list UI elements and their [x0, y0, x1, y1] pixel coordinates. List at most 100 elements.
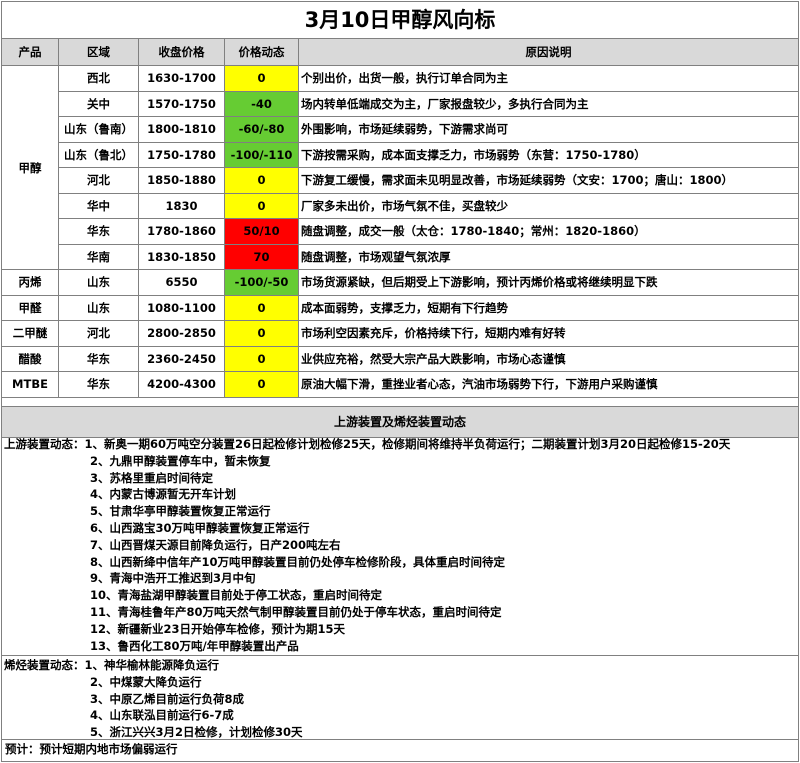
list-item: 上游装置动态：1、新奥一期60万吨空分装置26日起检修计划检修25天，检修期间将…	[2, 436, 798, 453]
change-cell: 70	[224, 243, 299, 270]
table-row: 甲醛 山东 1080-1100 0 成本面弱势，支撑乏力，短期有下行趋势	[1, 294, 799, 321]
list-item: 3、中原乙烯目前运行负荷8成	[2, 691, 798, 708]
header-region: 区域	[58, 38, 139, 66]
price-cell: 1780-1860	[138, 218, 225, 245]
list-item: 8、山西新绛中信年产10万吨甲醇装置目前仍处停车检修阶段，具体重启时间待定	[2, 554, 798, 571]
price-cell: 2360-2450	[138, 345, 225, 372]
list-item: 7、山西晋煤天源目前降负运行，日产200吨左右	[2, 537, 798, 554]
table-row: 河北 1850-1880 0 下游复工缓慢，需求面未见明显改善，市场延续弱势（文安：1…	[2, 167, 799, 194]
region-cell: 山东（鲁南）	[58, 116, 139, 143]
page-title: 3月10日甲醇风向标	[2, 2, 798, 39]
list-item-text: 10、青海盐湖甲醇装置目前处于停工状态，重启时间待定	[90, 588, 383, 603]
list-item-text: 4、内蒙古博源暂无开车计划	[90, 487, 237, 502]
product-cell: 甲醛	[1, 294, 59, 321]
upstream-list: 上游装置动态：1、新奥一期60万吨空分装置26日起检修计划检修25天，检修期间将…	[2, 436, 798, 654]
price-table: 产品 区域 收盘价格 价格动态 原因说明 甲醇 西北 1630-1700 0 个别出价，…	[1, 38, 799, 398]
change-cell: 0	[224, 371, 299, 398]
product-cell: 甲醇	[1, 65, 59, 270]
header-reason: 原因说明	[298, 38, 799, 66]
reason-cell: 随盘调整，成交一般（太仓：1780-1840；常州：1820-1860）	[298, 218, 799, 245]
reason-cell: 场内转单低端成交为主，厂家报盘较少，多执行合同为主	[298, 90, 799, 117]
reason-cell: 厂家多未出价，市场气氛不佳，买盘较少	[298, 192, 799, 219]
region-cell: 华东	[58, 345, 139, 372]
report-sheet: 3月10日甲醇风向标 产品 区域 收盘价格 价格动态 原因说明 甲醇 西北 1630…	[1, 1, 799, 762]
list-item-text: 4、山东联泓目前运行6-7成	[90, 708, 234, 723]
list-label: 烯烃装置动态：	[4, 658, 85, 672]
price-cell: 6550	[138, 269, 225, 296]
list-item: 6、山西潞宝30万吨甲醇装置恢复正常运行	[2, 520, 798, 537]
list-item: 4、内蒙古博源暂无开车计划	[2, 486, 798, 503]
list-item: 12、新疆新业23日开始停车检修，预计为期15天	[2, 621, 798, 638]
region-cell: 华南	[58, 243, 139, 270]
change-cell: 0	[224, 192, 299, 219]
product-cell: 二甲醚	[1, 320, 59, 347]
price-cell: 4200-4300	[138, 371, 225, 398]
list-item-text: 1、新奥一期60万吨空分装置26日起检修计划检修25天，检修期间将维持半负荷运行…	[84, 437, 731, 451]
region-cell: 华东	[58, 371, 139, 398]
table-row: MTBE 华东 4200-4300 0 原油大幅下滑，重挫业者心态，汽油市场弱势下行，下…	[1, 371, 799, 398]
region-cell: 西北	[58, 65, 139, 92]
list-item: 2、九鼎甲醇装置停车中，暂未恢复	[2, 453, 798, 470]
section-title: 上游装置及烯烃装置动态	[2, 406, 798, 438]
change-cell: -40	[224, 90, 299, 117]
change-cell: 0	[224, 65, 299, 92]
region-cell: 山东（鲁北）	[58, 141, 139, 168]
region-cell: 河北	[58, 167, 139, 194]
forecast-text: 预计：预计短期内地市场偏弱运行	[2, 739, 798, 761]
product-cell: MTBE	[1, 371, 59, 398]
product-cell: 醋酸	[1, 345, 59, 372]
list-item-text: 3、中原乙烯目前运行负荷8成	[90, 691, 245, 706]
table-row: 醋酸 华东 2360-2450 0 业供应充裕，然受大宗产品大跌影响，市场心态谨慎	[1, 345, 799, 372]
list-item-text: 3、苏格里重启时间待定	[90, 470, 214, 485]
price-cell: 1750-1780	[138, 141, 225, 168]
list-item-text: 13、鲁西化工80万吨/年甲醇装置出产品	[90, 638, 299, 653]
change-cell: -100/-50	[224, 269, 299, 296]
price-cell: 1800-1810	[138, 116, 225, 143]
table-row: 山东（鲁南） 1800-1810 -60/-80 外围影响，市场延续弱势，下游需求尚可	[2, 116, 799, 143]
change-cell: -100/-110	[224, 141, 299, 168]
list-item: 3、苏格里重启时间待定	[2, 470, 798, 487]
region-cell: 华东	[58, 218, 139, 245]
reason-cell: 个别出价，出货一般，执行订单合同为主	[298, 65, 799, 92]
list-item-text: 5、甘肃华亭甲醇装置恢复正常运行	[90, 504, 271, 519]
list-item-text: 7、山西晋煤天源目前降负运行，日产200吨左右	[90, 537, 341, 552]
list-item: 烯烃装置动态：1、神华榆林能源降负运行	[2, 657, 798, 674]
product-cell: 丙烯	[1, 269, 59, 296]
price-cell: 1850-1880	[138, 167, 225, 194]
region-cell: 关中	[58, 90, 139, 117]
change-cell: -60/-80	[224, 116, 299, 143]
list-item: 4、山东联泓目前运行6-7成	[2, 707, 798, 724]
table-row: 丙烯 山东 6550 -100/-50 市场货源紧缺，但后期受上下游影响，预计丙烯价格或…	[1, 269, 799, 296]
list-item: 13、鲁西化工80万吨/年甲醇装置出产品	[2, 638, 798, 655]
table-row: 二甲醚 河北 2800-2850 0 市场利空因素充斥，价格持续下行，短期内难有好转	[1, 320, 799, 347]
list-label: 上游装置动态：	[4, 437, 85, 451]
reason-cell: 下游复工缓慢，需求面未见明显改善，市场延续弱势（文安：1700；唐山：1800）	[298, 167, 799, 194]
list-item: 5、甘肃华亭甲醇装置恢复正常运行	[2, 503, 798, 520]
list-item: 9、青海中浩开工推迟到3月中旬	[2, 570, 798, 587]
price-cell: 1080-1100	[138, 294, 225, 321]
table-row: 甲醇 西北 1630-1700 0 个别出价，出货一般，执行订单合同为主	[1, 65, 799, 270]
list-item-text: 2、中煤蒙大降负运行	[90, 674, 202, 689]
change-cell: 0	[224, 320, 299, 347]
olefin-list: 烯烃装置动态：1、神华榆林能源降负运行 2、中煤蒙大降负运行 3、中原乙烯目前运行负…	[2, 655, 798, 741]
header-product: 产品	[1, 38, 59, 66]
list-item-text: 12、新疆新业23日开始停车检修，预计为期15天	[90, 621, 346, 636]
list-item: 10、青海盐湖甲醇装置目前处于停工状态，重启时间待定	[2, 587, 798, 604]
reason-cell: 市场货源紧缺，但后期受上下游影响，预计丙烯价格或将继续明显下跌	[298, 269, 799, 296]
header-change: 价格动态	[224, 38, 299, 66]
list-item: 11、青海桂鲁年产80万吨天然气制甲醇装置目前仍处于停车状态，重启时间待定	[2, 604, 798, 621]
table-header-row: 产品 区域 收盘价格 价格动态 原因说明	[1, 38, 799, 66]
change-cell: 50/10	[224, 218, 299, 245]
change-cell: 0	[224, 345, 299, 372]
region-cell: 河北	[58, 320, 139, 347]
reason-cell: 外围影响，市场延续弱势，下游需求尚可	[298, 116, 799, 143]
change-cell: 0	[224, 294, 299, 321]
price-cell: 1570-1750	[138, 90, 225, 117]
list-item-text: 8、山西新绛中信年产10万吨甲醇装置目前仍处停车检修阶段，具体重启时间待定	[90, 554, 506, 569]
price-cell: 1830-1850	[138, 243, 225, 270]
reason-cell: 随盘调整，市场观望气氛浓厚	[298, 243, 799, 270]
reason-cell: 市场利空因素充斥，价格持续下行，短期内难有好转	[298, 320, 799, 347]
reason-cell: 成本面弱势，支撑乏力，短期有下行趋势	[298, 294, 799, 321]
table-row: 华东 1780-1860 50/10 随盘调整，成交一般（太仓：1780-1840；常…	[2, 218, 799, 245]
table-row: 关中 1570-1750 -40 场内转单低端成交为主，厂家报盘较少，多执行合同为主	[2, 90, 799, 117]
